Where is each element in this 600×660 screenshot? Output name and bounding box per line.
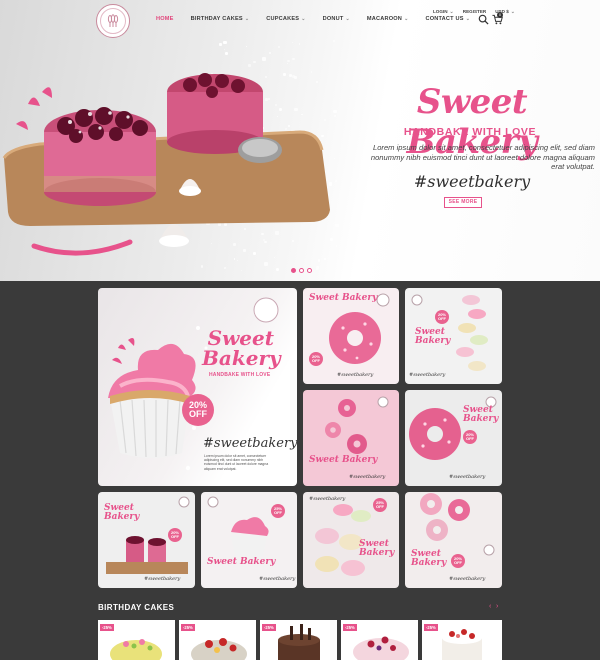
discount-badge: 20% OFF <box>463 430 477 444</box>
product-card[interactable]: -25% <box>98 620 175 660</box>
discount-badge: 20% OFF <box>309 352 323 366</box>
slide-dot-1[interactable] <box>291 268 296 273</box>
main-navigation: HOME BIRTHDAY CAKES ⌄ CUPCAKES ⌄ DONUT ⌄ MA… <box>156 16 470 22</box>
slide-dot-3[interactable] <box>307 268 312 273</box>
nav-contact-us[interactable]: CONTACT US ⌄ <box>425 16 470 22</box>
see-more-button[interactable]: SEE MORE <box>444 197 482 208</box>
tile-title: Sweet Bakery <box>411 549 447 568</box>
tile-title: Sweet Bakery <box>463 405 499 424</box>
discount-badge: 20% OFF <box>182 394 214 426</box>
carousel-next-icon[interactable]: › <box>496 603 498 610</box>
search-icon[interactable] <box>478 14 489 25</box>
tile-title: Sweet Bakery <box>202 326 281 370</box>
bakery-logo[interactable] <box>96 4 130 38</box>
tile-hashtag: #sweetbakery <box>449 576 486 582</box>
chevron-down-icon: ⌄ <box>510 9 515 15</box>
chevron-down-icon: ⌄ <box>465 16 471 22</box>
discount-badge: 25% OFF <box>373 498 387 512</box>
product-card[interactable]: -25% <box>179 620 256 660</box>
discount-word: OFF <box>312 358 320 363</box>
tile-hashtag: #sweetbakery <box>349 474 386 480</box>
chevron-down-icon: ⌄ <box>345 16 350 22</box>
promo-tile-donut-3[interactable]: Sweet Bakery 20% OFF #sweetbakery <box>405 390 502 486</box>
promo-tile-cupcake-large[interactable]: 20% OFF Sweet Bakery HANDBAKE WITH LOVE #… <box>98 288 297 486</box>
tile-title: Sweet Bakery <box>309 455 378 465</box>
nav-home[interactable]: HOME <box>156 16 174 22</box>
tile-hashtag: #sweetbakery <box>144 576 181 582</box>
discount-badge: 20% OFF <box>451 554 465 568</box>
tile-description: Lorem ipsum dolor sit amet, consectetuer… <box>204 454 269 471</box>
hero-banner: HOME BIRTHDAY CAKES ⌄ CUPCAKES ⌄ DONUT ⌄ MA… <box>0 0 600 281</box>
whisk-icon <box>107 14 119 27</box>
nav-birthday-cakes-label: BIRTHDAY CAKES <box>190 16 243 22</box>
login-link[interactable]: LOGIN ⌄ <box>433 9 454 15</box>
nav-macaroon[interactable]: MACAROON ⌄ <box>367 16 409 22</box>
login-label: LOGIN <box>433 9 448 14</box>
tile-title: Sweet Bakery <box>359 539 395 558</box>
discount-word: OFF <box>376 504 384 509</box>
tile-hashtag: #sweetbakery <box>203 436 297 451</box>
sale-badge: -25% <box>181 624 195 631</box>
nav-cupcakes-label: CUPCAKES <box>266 16 300 22</box>
hero-subtitle: HANDBAKE WITH LOVE <box>403 126 537 138</box>
hero-description: Lorem ipsum dolor sit amet, consectetuer… <box>370 143 595 171</box>
discount-word: OFF <box>438 316 446 321</box>
discount-word: OFF <box>171 534 179 539</box>
nav-donut[interactable]: DONUT ⌄ <box>323 16 350 22</box>
tile-hashtag: #sweetbakery <box>259 576 296 582</box>
product-card[interactable]: -25% <box>341 620 418 660</box>
tile-hashtag: #sweetbakery <box>337 372 374 378</box>
promo-tile-cupcake-small[interactable]: 25% OFF Sweet Bakery #sweetbakery <box>201 492 297 588</box>
nav-cupcakes[interactable]: CUPCAKES ⌄ <box>266 16 305 22</box>
tile-hashtag: #sweetbakery <box>449 474 486 480</box>
promo-tile-donut-4[interactable]: Sweet Bakery 20% OFF #sweetbakery <box>405 492 502 588</box>
tile-hashtag: #sweetbakery <box>409 372 446 378</box>
section-heading: BIRTHDAY CAKES <box>98 603 175 612</box>
donuts-image <box>325 396 389 454</box>
promo-tile-donut-2[interactable]: Sweet Bakery #sweetbakery <box>303 390 399 486</box>
tile-title: Sweet Bakery <box>309 293 378 303</box>
sale-badge: -25% <box>100 624 114 631</box>
discount-word: OFF <box>466 436 474 441</box>
nav-birthday-cakes[interactable]: BIRTHDAY CAKES ⌄ <box>191 16 250 22</box>
nav-contact-us-label: CONTACT US <box>425 16 464 22</box>
chevron-down-icon: ⌄ <box>449 9 454 15</box>
discount-word: OFF <box>274 510 282 515</box>
chevron-down-icon: ⌄ <box>244 16 250 22</box>
discount-word: OFF <box>189 409 207 419</box>
sale-badge: -25% <box>343 624 357 631</box>
tile-title: Sweet Bakery <box>104 503 140 522</box>
tile-subtitle: HANDBAKE WITH LOVE <box>209 372 271 378</box>
discount-word: OFF <box>454 560 462 565</box>
tile-title: Sweet Bakery <box>207 557 276 567</box>
cart-count-badge: 0 <box>497 12 503 18</box>
hero-cake-image <box>2 73 330 256</box>
promo-tile-macaron-1[interactable]: Sweet Bakery 20% OFF #sweetbakery <box>405 288 502 384</box>
nav-home-label: HOME <box>156 16 174 22</box>
promo-tile-cakes[interactable]: Sweet Bakery 20% OFF #sweetbakery <box>98 492 195 588</box>
product-card[interactable]: -25% <box>422 620 502 660</box>
discount-badge: 25% OFF <box>271 504 285 518</box>
carousel-prev-icon[interactable]: ‹ <box>489 603 491 610</box>
chevron-down-icon: ⌄ <box>404 16 409 22</box>
promo-tile-macaron-2[interactable]: #sweetbakery Sweet Bakery 25% OFF <box>303 492 399 588</box>
slide-dot-2[interactable] <box>299 268 304 273</box>
discount-badge: 20% OFF <box>435 310 449 324</box>
sale-badge: -25% <box>262 624 276 631</box>
tile-hashtag: #sweetbakery <box>309 496 346 502</box>
donuts-image <box>420 493 495 556</box>
nav-donut-label: DONUT <box>322 16 344 22</box>
slider-pagination <box>291 268 312 273</box>
product-card[interactable]: -25% <box>260 620 337 660</box>
nav-macaroon-label: MACAROON <box>366 16 403 22</box>
tile-title: Sweet Bakery <box>415 327 451 346</box>
hero-hashtag: #sweetbakery <box>413 172 531 191</box>
promo-tile-donut-1[interactable]: Sweet Bakery 20% OFF #sweetbakery <box>303 288 399 384</box>
chevron-down-icon: ⌄ <box>301 16 306 22</box>
discount-badge: 20% OFF <box>168 528 182 542</box>
sale-badge: -25% <box>424 624 438 631</box>
